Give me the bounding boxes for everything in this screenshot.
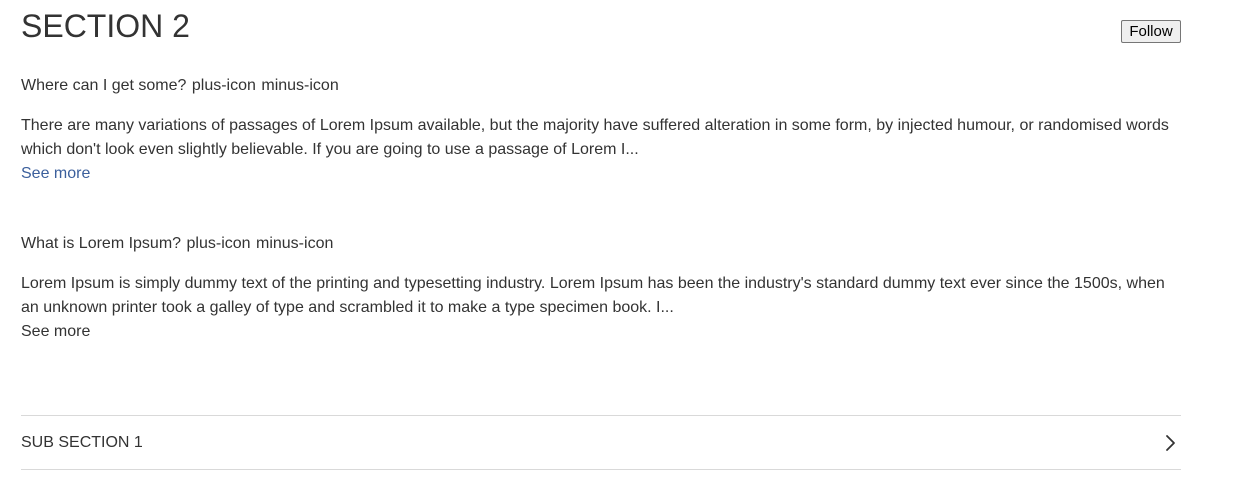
faq-item: Where can I get some? plus-icon minus-ic… <box>21 74 1181 186</box>
see-more-link[interactable]: See more <box>21 320 1181 344</box>
faq-question-row: What is Lorem Ipsum? plus-icon minus-ico… <box>21 232 1181 256</box>
faq-question-row: Where can I get some? plus-icon minus-ic… <box>21 74 1181 98</box>
follow-button[interactable]: Follow <box>1121 20 1181 43</box>
faq-question: Where can I get some? <box>21 77 187 94</box>
subsection-label: SUB SECTION 1 <box>21 434 143 451</box>
chevron-right-icon <box>1166 435 1175 451</box>
subsection-row[interactable]: SUB SECTION 1 <box>21 415 1181 470</box>
faq-answer: There are many variations of passages of… <box>21 117 1169 158</box>
see-more-link[interactable]: See more <box>21 162 1181 186</box>
faq-item: What is Lorem Ipsum? plus-icon minus-ico… <box>21 232 1181 344</box>
plus-icon[interactable]: plus-icon <box>187 232 251 256</box>
minus-icon[interactable]: minus-icon <box>256 232 333 256</box>
minus-icon[interactable]: minus-icon <box>261 74 338 98</box>
section-title: SECTION 2 <box>21 8 190 44</box>
plus-icon[interactable]: plus-icon <box>192 74 256 98</box>
faq-question: What is Lorem Ipsum? <box>21 235 182 252</box>
faq-answer: Lorem Ipsum is simply dummy text of the … <box>21 275 1165 316</box>
